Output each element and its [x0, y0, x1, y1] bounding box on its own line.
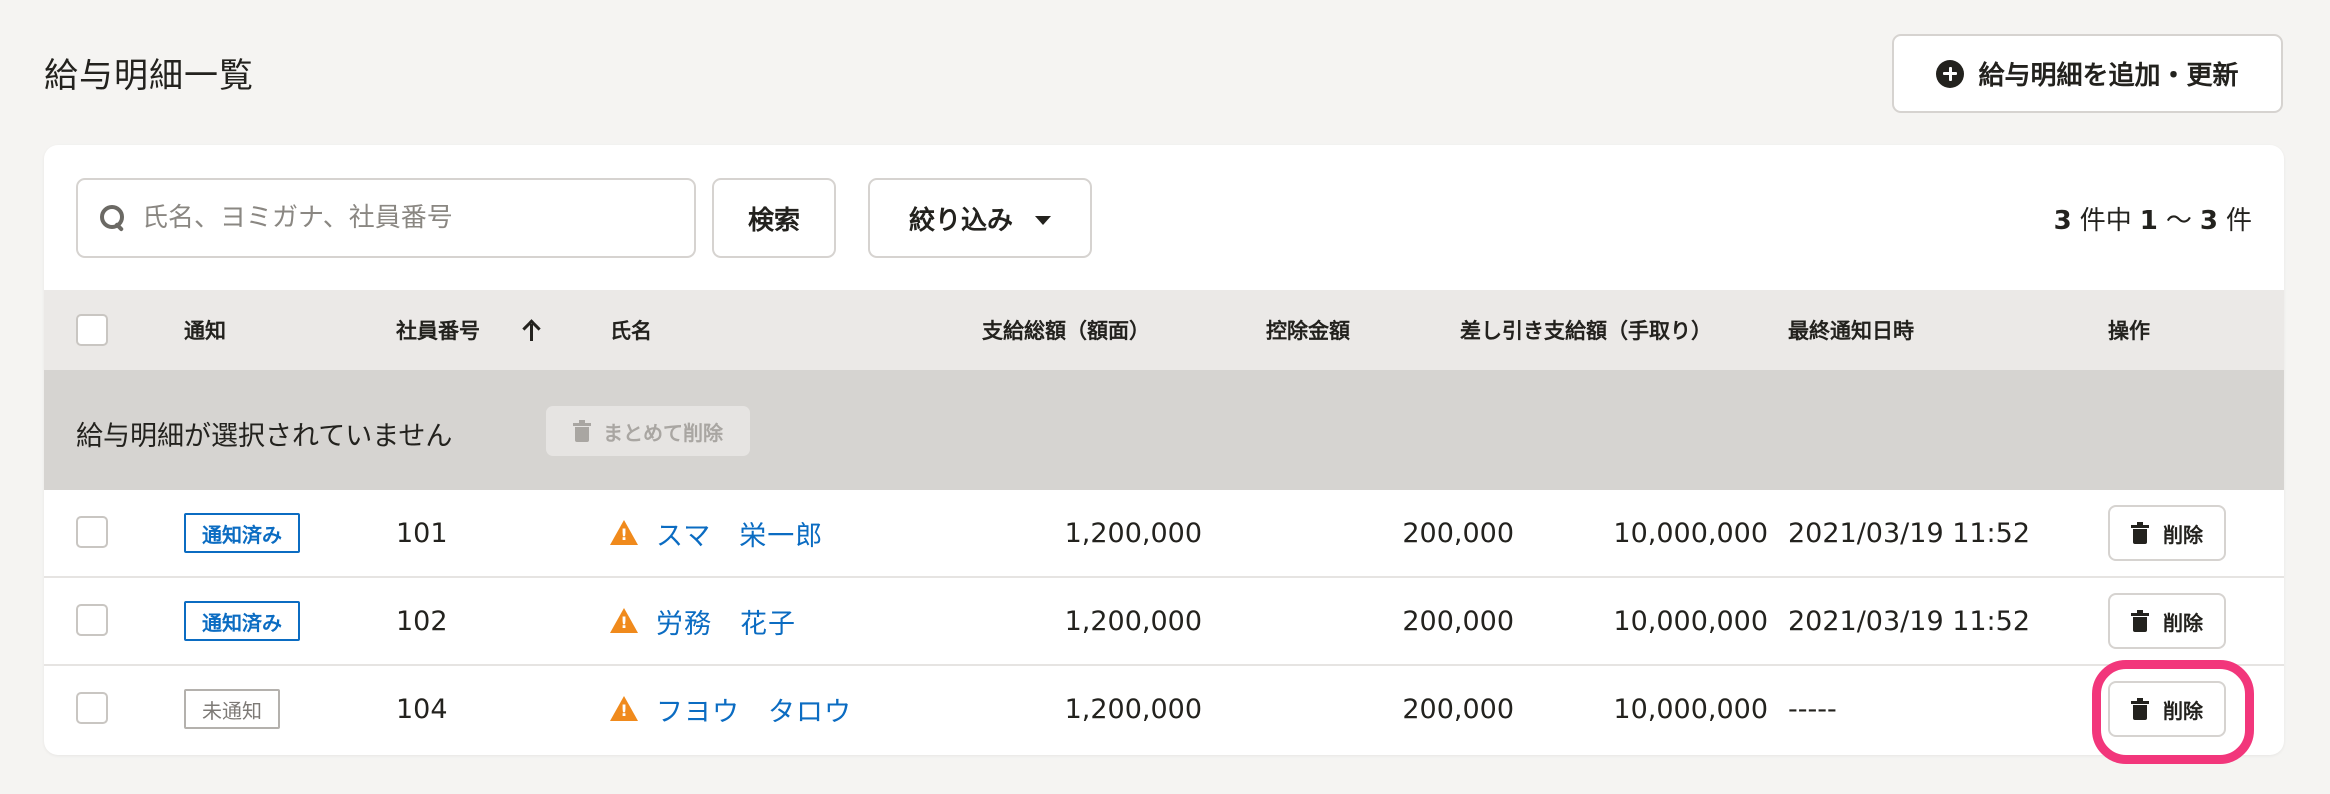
row-checkbox[interactable]	[76, 604, 108, 636]
warning-icon	[610, 608, 638, 634]
last-notified: 2021/03/19 11:52	[1788, 605, 2031, 637]
column-header-employee-no-label: 社員番号	[396, 319, 480, 343]
table-row: 通知済み 101 スマ 栄一郎 1,200,000 200,000 10,000…	[44, 490, 2284, 578]
trash-icon	[2131, 522, 2149, 544]
add-update-payslip-button[interactable]: 給与明細を追加・更新	[1892, 34, 2283, 113]
delete-label: 削除	[2163, 522, 2203, 547]
sort-ascending-icon	[522, 319, 542, 341]
gross-pay: 1,200,000	[1064, 517, 1202, 549]
delete-label: 削除	[2163, 610, 2203, 635]
employee-name-cell: 労務 花子	[610, 578, 796, 664]
search-icon	[98, 203, 128, 233]
row-checkbox[interactable]	[76, 692, 108, 724]
delete-button[interactable]: 削除	[2108, 505, 2226, 561]
selection-bar: 給与明細が選択されていません まとめて削除	[44, 370, 2284, 490]
pagination-sep: 件中	[2079, 206, 2132, 236]
employee-name-link[interactable]: スマ 栄一郎	[656, 514, 823, 553]
column-header-name: 氏名	[610, 319, 652, 343]
filter-label: 絞り込み	[908, 205, 1013, 236]
deduction: 200,000	[1402, 605, 1514, 637]
delete-label: 削除	[2163, 698, 2203, 723]
search-input[interactable]	[142, 203, 682, 233]
caret-down-icon	[1035, 215, 1051, 225]
search-box[interactable]	[76, 178, 696, 258]
plus-circle-icon	[1936, 59, 1965, 88]
table-row: 通知済み 102 労務 花子 1,200,000 200,000 10,000,…	[44, 578, 2284, 666]
pagination-range-end: 3	[2199, 206, 2218, 236]
net-pay: 10,000,000	[1613, 693, 1768, 725]
last-notified: 2021/03/19 11:52	[1788, 517, 2031, 549]
row-checkbox[interactable]	[76, 516, 108, 548]
table-header: 通知 社員番号 氏名 支給総額（額面） 控除金額 差し引き支給額（手取り） 最終…	[44, 290, 2284, 370]
column-header-notify: 通知	[184, 319, 226, 343]
employee-name-cell: フヨウ タロウ	[610, 666, 852, 752]
delete-button[interactable]: 削除	[2108, 593, 2226, 649]
employee-no: 101	[396, 517, 448, 549]
column-header-net-pay: 差し引き支給額（手取り）	[1460, 319, 1712, 343]
column-header-gross-pay: 支給総額（額面）	[982, 319, 1150, 343]
gross-pay: 1,200,000	[1064, 693, 1202, 725]
employee-no: 104	[396, 693, 448, 725]
status-badge: 通知済み	[184, 601, 300, 641]
employee-name-link[interactable]: 労務 花子	[656, 602, 796, 641]
status-badge: 通知済み	[184, 513, 300, 553]
payslip-list-card: 検索 絞り込み 3 件中 1 ～ 3 件 通知 社員番号 氏名 支給総額（額面）…	[44, 145, 2284, 755]
net-pay: 10,000,000	[1613, 517, 1768, 549]
pagination-tilde: ～	[2165, 206, 2192, 236]
employee-no: 102	[396, 605, 448, 637]
status-badge: 未通知	[184, 689, 280, 729]
trash-icon	[573, 420, 591, 442]
pagination-unit: 件	[2225, 206, 2252, 236]
gross-pay: 1,200,000	[1064, 605, 1202, 637]
page-title: 給与明細一覧	[44, 56, 254, 96]
filter-button[interactable]: 絞り込み	[868, 178, 1092, 258]
pagination-total: 3	[2053, 206, 2072, 236]
bulk-delete-label: まとめて削除	[603, 420, 723, 445]
warning-icon	[610, 696, 638, 722]
bulk-delete-button[interactable]: まとめて削除	[546, 406, 750, 456]
column-header-last-notified: 最終通知日時	[1788, 319, 1914, 343]
delete-button[interactable]: 削除	[2108, 681, 2226, 737]
select-all-checkbox[interactable]	[76, 314, 108, 346]
deduction: 200,000	[1402, 517, 1514, 549]
column-header-employee-no[interactable]: 社員番号	[396, 290, 542, 370]
selection-status-text: 給与明細が選択されていません	[76, 421, 453, 452]
column-header-actions: 操作	[2108, 319, 2150, 343]
table-row: 未通知 104 フヨウ タロウ 1,200,000 200,000 10,000…	[44, 666, 2284, 754]
net-pay: 10,000,000	[1613, 605, 1768, 637]
add-update-payslip-label: 給与明細を追加・更新	[1978, 61, 2239, 91]
employee-name-cell: スマ 栄一郎	[610, 490, 823, 576]
employee-name-link[interactable]: フヨウ タロウ	[656, 690, 852, 729]
column-header-deduction: 控除金額	[1266, 319, 1350, 343]
last-notified: -----	[1788, 693, 1837, 725]
warning-icon	[610, 520, 638, 546]
deduction: 200,000	[1402, 693, 1514, 725]
search-button[interactable]: 検索	[712, 178, 836, 258]
trash-icon	[2131, 610, 2149, 632]
trash-icon	[2131, 698, 2149, 720]
toolbar: 検索 絞り込み 3 件中 1 ～ 3 件	[44, 145, 2284, 290]
pagination-range-start: 1	[2139, 206, 2158, 236]
pagination-info: 3 件中 1 ～ 3 件	[2054, 200, 2252, 237]
